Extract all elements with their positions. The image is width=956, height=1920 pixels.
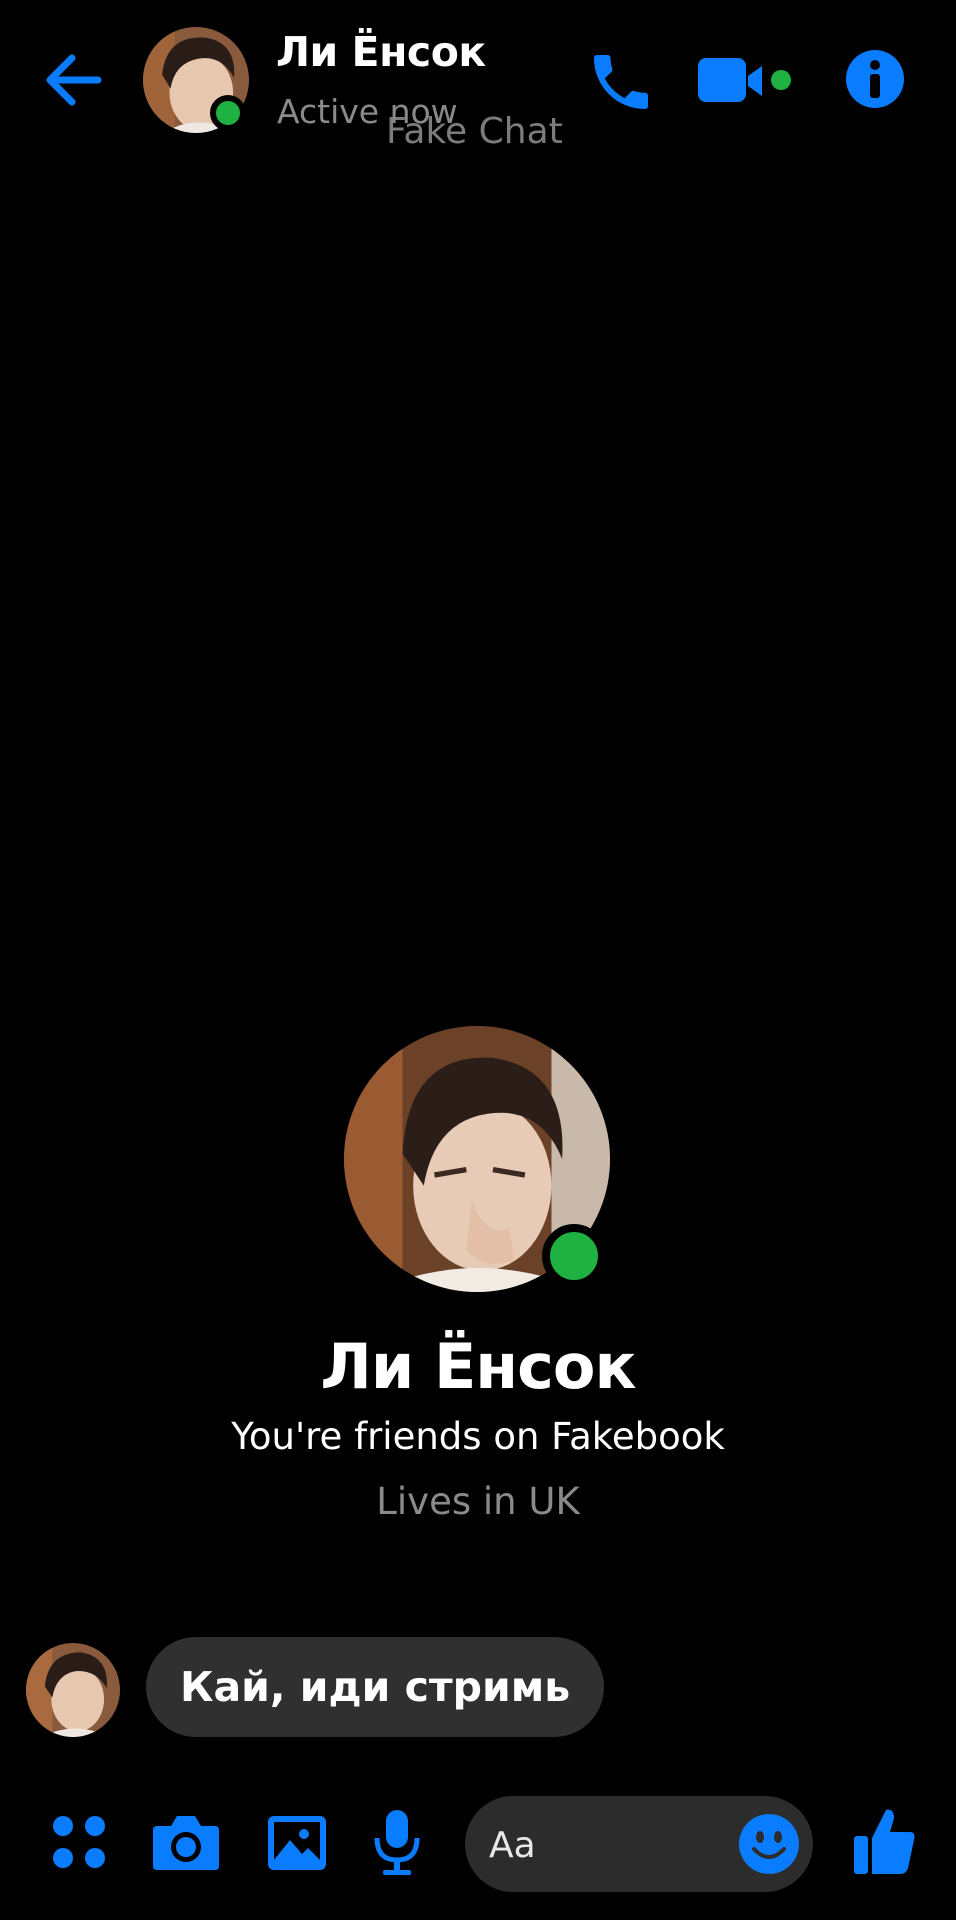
video-call-button[interactable]	[696, 52, 792, 112]
camera-icon	[153, 1816, 219, 1870]
profile-location: Lives in UK	[376, 1480, 580, 1523]
apps-icon	[53, 1816, 105, 1868]
phone-icon	[594, 55, 648, 109]
microphone-icon	[374, 1810, 420, 1875]
back-button[interactable]	[40, 46, 108, 114]
online-status-dot	[210, 95, 246, 131]
thumbs-up-icon	[854, 1809, 915, 1874]
message-input[interactable]	[487, 1810, 731, 1880]
emoji-icon	[739, 1814, 799, 1874]
gallery-icon	[268, 1816, 326, 1870]
apps-button[interactable]	[47, 1810, 113, 1876]
watermark: Fake Chat	[386, 111, 563, 152]
emoji-button[interactable]	[738, 1813, 800, 1875]
info-icon	[846, 50, 904, 108]
video-camera-icon	[698, 58, 791, 102]
call-button[interactable]	[585, 46, 657, 118]
gallery-button[interactable]	[264, 1810, 330, 1876]
online-status-dot	[542, 1224, 606, 1288]
back-arrow-icon	[46, 54, 102, 106]
like-button[interactable]	[852, 1804, 918, 1876]
friendship-status: You're friends on Fakebook	[231, 1415, 725, 1458]
contact-name[interactable]: Ли Ёнсок	[276, 28, 486, 76]
camera-button[interactable]	[151, 1808, 221, 1876]
microphone-button[interactable]	[369, 1808, 425, 1878]
sender-avatar[interactable]	[26, 1643, 120, 1737]
info-button[interactable]	[845, 49, 905, 109]
message-bubble[interactable]: Кай, иди стримь	[146, 1637, 605, 1737]
profile-name: Ли Ёнсок	[320, 1330, 636, 1403]
